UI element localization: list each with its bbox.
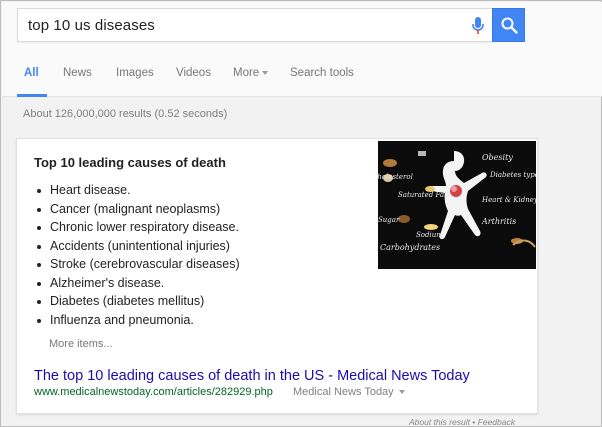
result-title-link[interactable]: The top 10 leading causes of death in th… bbox=[34, 368, 470, 384]
image-word: Obesity bbox=[482, 153, 513, 162]
microphone-icon[interactable] bbox=[471, 15, 485, 37]
page-frame: top 10 us diseases All News Images Video… bbox=[0, 0, 602, 427]
image-word: Diabetes type 2 bbox=[490, 171, 536, 179]
result-stats: About 126,000,000 results (0.52 seconds) bbox=[23, 108, 228, 120]
feedback-footer[interactable]: About this result • Feedback bbox=[409, 417, 515, 427]
list-item: Chronic lower respiratory disease. bbox=[34, 218, 240, 237]
list-item: Accidents (unintentional injuries) bbox=[34, 237, 240, 256]
active-tab-indicator bbox=[17, 94, 47, 97]
tab-all[interactable]: All bbox=[24, 67, 39, 79]
chevron-down-icon bbox=[262, 70, 269, 75]
snippet-title: Top 10 leading causes of death bbox=[34, 155, 226, 170]
featured-snippet-card: Top 10 leading causes of death Heart dis… bbox=[16, 138, 538, 414]
list-item: Heart disease. bbox=[34, 181, 240, 200]
search-icon bbox=[501, 17, 518, 34]
tab-videos[interactable]: Videos bbox=[176, 67, 211, 79]
image-word: Carbohydrates bbox=[380, 243, 441, 252]
snippet-list: Heart disease. Cancer (malignant neoplas… bbox=[34, 181, 240, 329]
list-item: Cancer (malignant neoplasms) bbox=[34, 200, 240, 219]
image-word: Arthritis bbox=[482, 217, 517, 226]
list-item: Alzheimer's disease. bbox=[34, 274, 240, 293]
image-word: Cholesterol bbox=[378, 173, 413, 181]
tab-more-label: More bbox=[233, 67, 260, 79]
search-query-text[interactable]: top 10 us diseases bbox=[28, 17, 155, 34]
search-input[interactable]: top 10 us diseases bbox=[17, 8, 493, 42]
tab-images[interactable]: Images bbox=[116, 67, 154, 79]
search-header: top 10 us diseases All News Images Video… bbox=[2, 2, 602, 97]
image-word: Sodium bbox=[416, 231, 443, 239]
tab-search-tools[interactable]: Search tools bbox=[290, 67, 354, 79]
list-item: Stroke (cerebrovascular diseases) bbox=[34, 255, 240, 274]
tab-news[interactable]: News bbox=[63, 67, 92, 79]
chevron-down-icon bbox=[398, 390, 405, 395]
list-item: Influenza and pneumonia. bbox=[34, 311, 240, 330]
tab-more[interactable]: More bbox=[233, 67, 269, 79]
search-tabs: All News Images Videos More Search tools bbox=[2, 59, 602, 97]
result-url[interactable]: www.medicalnewstoday.com/articles/282929… bbox=[34, 386, 273, 398]
image-word: Heart & Kidney disease bbox=[482, 196, 536, 204]
image-word: Sugar bbox=[378, 216, 400, 224]
more-items-link[interactable]: More items... bbox=[49, 338, 113, 350]
result-source[interactable]: Medical News Today bbox=[293, 386, 405, 398]
image-word: Saturated Fats bbox=[398, 191, 451, 199]
result-source-label: Medical News Today bbox=[293, 386, 394, 398]
list-item: Diabetes (diabetes mellitus) bbox=[34, 292, 240, 311]
snippet-thumbnail-image[interactable]: Obesity Diabetes type 2 Heart & Kidney d… bbox=[378, 141, 536, 269]
search-button[interactable] bbox=[492, 8, 525, 42]
